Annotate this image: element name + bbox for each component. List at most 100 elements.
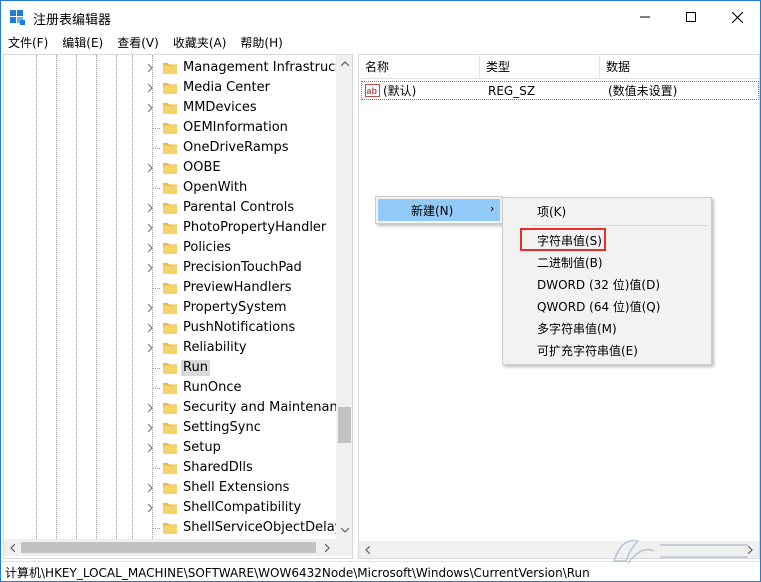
folder-icon: [163, 463, 177, 474]
tree-item[interactable]: Security and Maintenance: [4, 398, 336, 418]
tree-item[interactable]: PushNotifications: [4, 318, 336, 338]
tree-item[interactable]: Policies: [4, 238, 336, 258]
expand-chevron-icon[interactable]: [145, 503, 155, 513]
menu-file[interactable]: 文件(F): [1, 33, 55, 53]
key-tree-pane[interactable]: Management Infrastructure Media Center MMD…: [3, 54, 353, 559]
close-button[interactable]: [714, 1, 760, 33]
scroll-right-arrow[interactable]: [319, 539, 336, 556]
scroll-thumb[interactable]: [21, 542, 316, 553]
submenu-item-binary-value[interactable]: 二进制值(B): [505, 251, 709, 273]
maximize-button[interactable]: [668, 1, 714, 33]
folder-icon: [163, 343, 177, 354]
scroll-up-arrow[interactable]: [336, 55, 352, 72]
expand-chevron-icon[interactable]: [145, 83, 155, 93]
tree-item[interactable]: ShellCompatibility: [4, 498, 336, 518]
tree-vertical-scrollbar[interactable]: [336, 55, 352, 539]
expand-chevron-icon[interactable]: [145, 203, 155, 213]
submenu-item-expandable-string-value[interactable]: 可扩充字符串值(E): [505, 339, 709, 361]
column-header-name[interactable]: 名称: [359, 55, 480, 79]
tree-item[interactable]: Management Infrastructure: [4, 58, 336, 78]
tree-item[interactable]: Setup: [4, 438, 336, 458]
tree-item-label: PropertySystem: [183, 300, 287, 315]
tree-item[interactable]: PreviewHandlers: [4, 278, 336, 298]
column-header-data[interactable]: 数据: [600, 55, 759, 79]
tree-item-label: PushNotifications: [183, 320, 296, 335]
annotation-highlight-box: [520, 228, 606, 251]
tree-item-label: SettingSync: [183, 420, 261, 435]
expand-chevron-icon[interactable]: [145, 423, 155, 433]
column-header-type[interactable]: 类型: [480, 55, 600, 79]
tree-connector-line: [152, 368, 160, 369]
expand-chevron-icon[interactable]: [145, 63, 155, 73]
tree-horizontal-scrollbar[interactable]: [4, 539, 336, 556]
scroll-down-arrow[interactable]: [336, 522, 352, 539]
tree-connector-line: [152, 528, 160, 529]
menu-favorites[interactable]: 收藏夹(A): [166, 33, 234, 53]
tree-item[interactable]: OOBE: [4, 158, 336, 178]
table-row[interactable]: ab (默认) REG_SZ (数值未设置): [361, 81, 759, 100]
tree-item[interactable]: Parental Controls: [4, 198, 336, 218]
tree-item[interactable]: Run: [4, 358, 336, 378]
tree-item-label: ShellServiceObjectDelayLoad: [183, 520, 336, 535]
expand-chevron-icon[interactable]: [145, 343, 155, 353]
folder-icon: [163, 403, 177, 414]
tree-item[interactable]: PhotoPropertyHandler: [4, 218, 336, 238]
tree-item[interactable]: OneDriveRamps: [4, 138, 336, 158]
column-header-row: 名称 类型 数据: [359, 55, 759, 79]
tree-item-label: Run: [181, 360, 210, 376]
status-path: 计算机\HKEY_LOCAL_MACHINE\SOFTWARE\WOW6432N…: [5, 566, 590, 580]
expand-chevron-icon[interactable]: [145, 243, 155, 253]
expand-chevron-icon[interactable]: [145, 163, 155, 173]
expand-chevron-icon[interactable]: [145, 103, 155, 113]
expand-chevron-icon[interactable]: [145, 403, 155, 413]
new-submenu: 项(K) 字符串值(S) 二进制值(B) DWORD (32 位)值(D) QW…: [502, 197, 712, 365]
context-menu-new[interactable]: 新建(N) ›: [378, 199, 500, 221]
tree-connector-line: [152, 288, 160, 289]
minimize-button[interactable]: [622, 1, 668, 33]
maximize-icon: [686, 12, 696, 22]
tree-item[interactable]: Shell Extensions: [4, 478, 336, 498]
chevron-left-icon: [365, 545, 370, 554]
submenu-item-dword-value[interactable]: DWORD (32 位)值(D): [505, 273, 709, 295]
tree-item[interactable]: RunOnce: [4, 378, 336, 398]
submenu-item-key[interactable]: 项(K): [505, 200, 709, 222]
expand-chevron-icon[interactable]: [145, 443, 155, 453]
scroll-corner: [336, 539, 352, 556]
window-title: 注册表编辑器: [33, 13, 112, 28]
value-name: (默认): [383, 84, 417, 98]
folder-icon: [163, 223, 177, 234]
tree-item[interactable]: SettingSync: [4, 418, 336, 438]
scroll-left-arrow[interactable]: [359, 541, 376, 558]
folder-icon: [163, 243, 177, 254]
submenu-item-multi-string-value[interactable]: 多字符串值(M): [505, 317, 709, 339]
tree-item[interactable]: Media Center: [4, 78, 336, 98]
submenu-item-qword-value[interactable]: QWORD (64 位)值(Q): [505, 295, 709, 317]
tree-item[interactable]: OpenWith: [4, 178, 336, 198]
expand-chevron-icon[interactable]: [145, 323, 155, 333]
menu-view[interactable]: 查看(V): [110, 33, 166, 53]
tree-item[interactable]: MMDevices: [4, 98, 336, 118]
tree-item-label: OneDriveRamps: [183, 140, 289, 155]
tree-item[interactable]: SharedDlls: [4, 458, 336, 478]
tree-item-label: Parental Controls: [183, 200, 295, 215]
folder-icon: [163, 383, 177, 394]
expand-chevron-icon[interactable]: [145, 483, 155, 493]
tree-item[interactable]: PrecisionTouchPad: [4, 258, 336, 278]
folder-icon: [163, 363, 177, 374]
tree-item[interactable]: OEMInformation: [4, 118, 336, 138]
menu-edit[interactable]: 编辑(E): [55, 33, 110, 53]
tree-item[interactable]: Reliability: [4, 338, 336, 358]
expand-chevron-icon[interactable]: [145, 223, 155, 233]
menu-help[interactable]: 帮助(H): [233, 33, 289, 53]
tree-connector-line: [152, 468, 160, 469]
expand-chevron-icon[interactable]: [145, 303, 155, 313]
submenu-item-label: 多字符串值(M): [537, 322, 617, 336]
tree-item-label: Shell Extensions: [183, 480, 290, 495]
folder-icon: [163, 103, 177, 114]
tree-item[interactable]: PropertySystem: [4, 298, 336, 318]
scroll-thumb[interactable]: [338, 407, 351, 443]
folder-icon: [163, 123, 177, 134]
tree-item[interactable]: ShellServiceObjectDelayLoad: [4, 518, 336, 538]
scroll-left-arrow[interactable]: [4, 539, 21, 556]
expand-chevron-icon[interactable]: [145, 263, 155, 273]
